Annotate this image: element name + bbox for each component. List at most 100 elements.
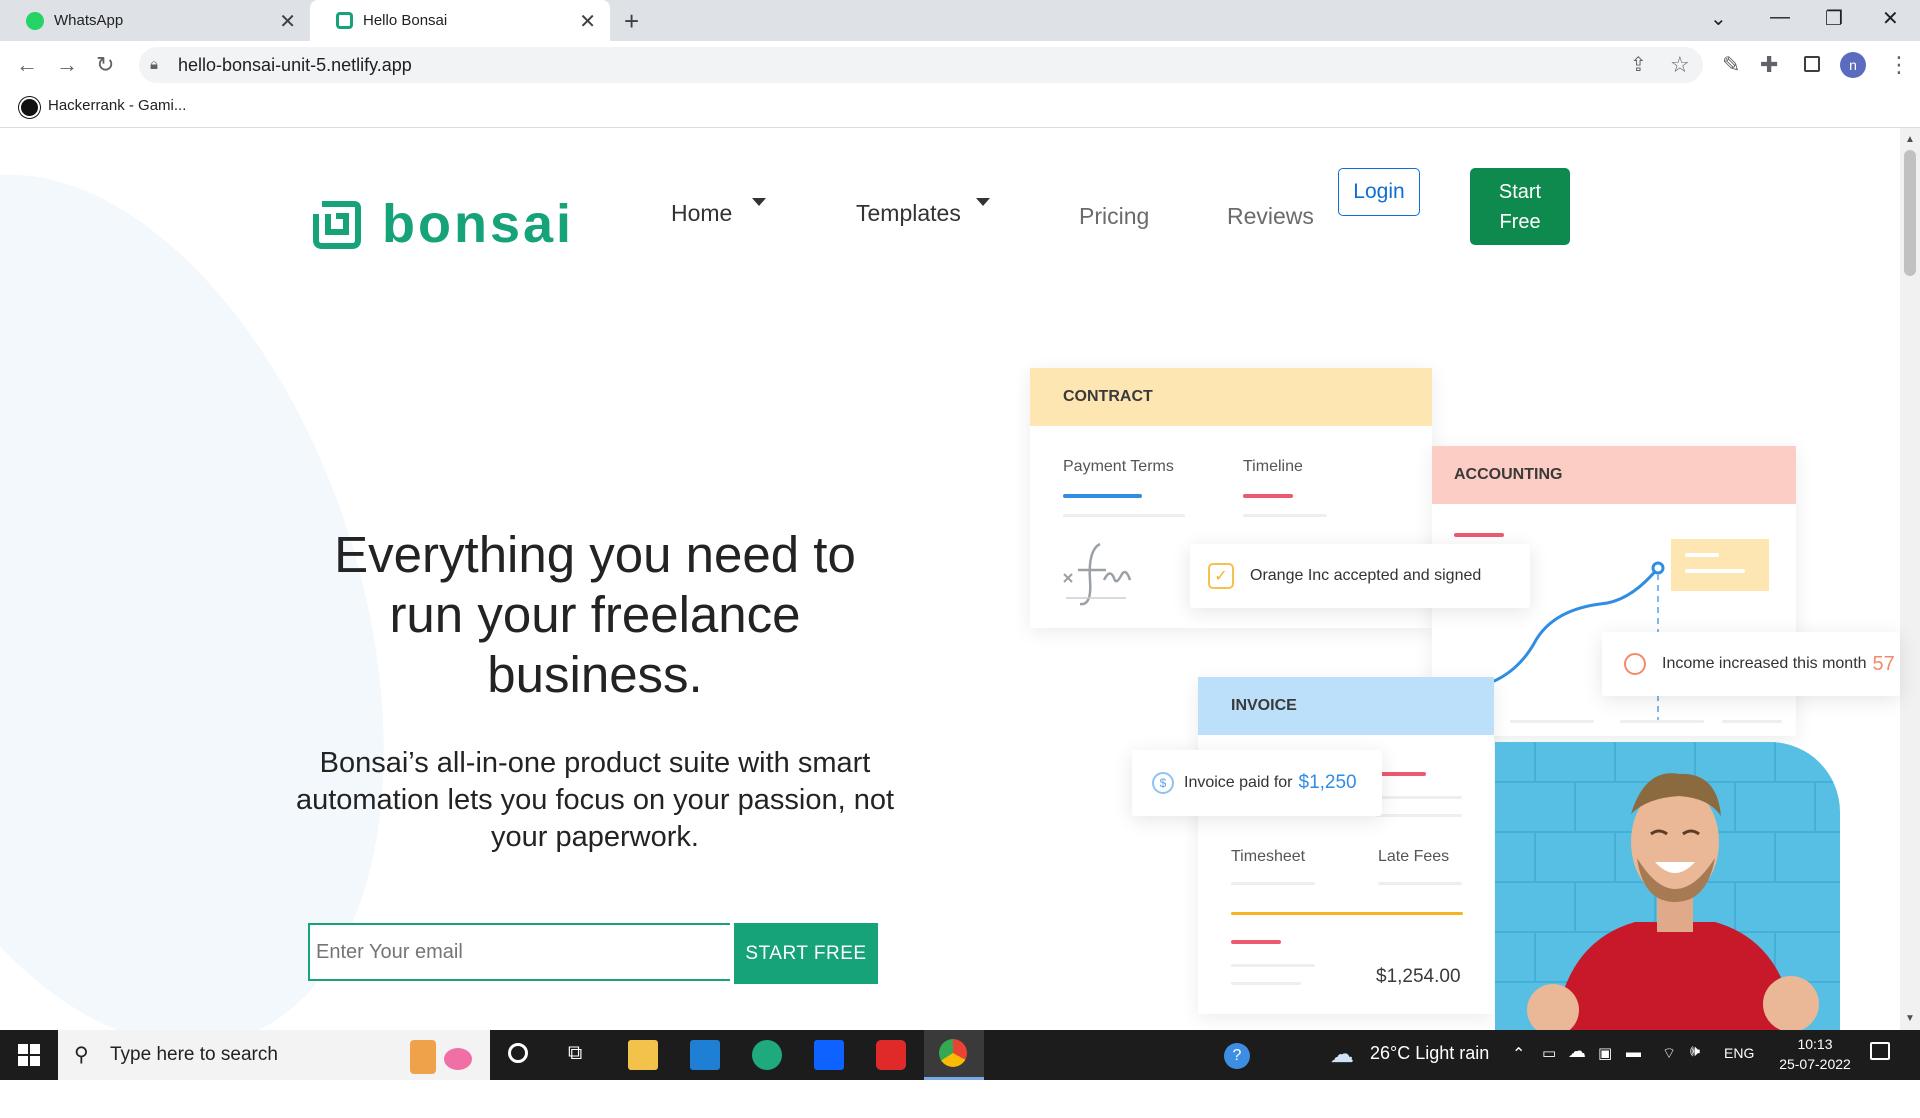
scrollbar-thumb[interactable] — [1904, 150, 1916, 276]
note-line — [1685, 569, 1745, 573]
payment-terms-underline — [1063, 494, 1142, 498]
contract-header: CONTRACT — [1030, 368, 1432, 426]
new-tab-button[interactable]: + — [624, 6, 639, 37]
accounting-note — [1671, 539, 1769, 591]
start-free-nav-button[interactable]: Start Free — [1470, 168, 1570, 245]
hero-title-line: run your freelance — [389, 586, 801, 643]
windows-start-icon[interactable] — [18, 1044, 40, 1066]
hero-subtitle: Bonsai’s all-in-one product suite with s… — [260, 745, 930, 856]
scroll-down-icon[interactable]: ▼ — [1905, 1013, 1915, 1024]
hero-photo — [1495, 742, 1840, 1030]
close-tab-icon[interactable]: ✕ — [579, 9, 596, 34]
wps-office-icon[interactable] — [876, 1040, 906, 1070]
back-icon[interactable]: ← — [16, 52, 38, 78]
close-tab-icon[interactable]: ✕ — [279, 9, 296, 34]
tab-whatsapp[interactable]: WhatsApp ✕ — [0, 0, 310, 41]
extension-icon[interactable]: ✎ — [1722, 52, 1740, 78]
signed-text: Orange Inc accepted and signed — [1250, 567, 1482, 584]
late-fees-label: Late Fees — [1378, 848, 1450, 865]
display-icon[interactable]: ▣ — [1598, 1044, 1612, 1062]
onedrive-icon[interactable]: ☁ — [1568, 1041, 1586, 1062]
placeholder-line — [1378, 882, 1462, 885]
nav-home[interactable]: Home — [671, 200, 732, 227]
side-panel-icon[interactable] — [1804, 56, 1820, 72]
income-notification: Income increased this month 57 — [1602, 632, 1900, 696]
forward-icon[interactable]: → — [56, 52, 78, 78]
hackerrank-icon — [19, 97, 40, 118]
home-caret-icon[interactable] — [752, 198, 766, 206]
tab-title: Hello Bonsai — [363, 12, 448, 29]
invoice-paid-value: $1,250 — [1298, 772, 1357, 793]
share-icon[interactable]: ⇪ — [1630, 52, 1647, 77]
bonsai-favicon-icon — [336, 12, 353, 29]
meet-now-icon[interactable]: ▭ — [1542, 1044, 1556, 1062]
cortana-icon[interactable] — [508, 1043, 528, 1063]
bookmark-hackerrank[interactable]: Hackerrank - Gami... — [48, 97, 186, 114]
hero-subtitle-line: your paperwork. — [491, 821, 699, 853]
edge-icon[interactable] — [752, 1040, 782, 1070]
clock[interactable]: 10:13 25-07-2022 — [1772, 1034, 1858, 1074]
minimize-button[interactable]: — — [1770, 6, 1790, 29]
mail-icon[interactable] — [690, 1040, 720, 1070]
free-label: Free — [1499, 210, 1541, 233]
templates-caret-icon[interactable] — [976, 198, 990, 206]
scroll-up-icon[interactable]: ▲ — [1905, 134, 1915, 145]
nav-pricing[interactable]: Pricing — [1079, 203, 1149, 230]
start-free-button[interactable]: START FREE — [734, 923, 878, 984]
logo-text[interactable]: bonsai — [382, 193, 574, 255]
invoice-progress-line — [1231, 912, 1463, 915]
placeholder-line — [1231, 982, 1301, 985]
task-view-icon[interactable]: ⧉ — [568, 1042, 582, 1065]
file-explorer-icon[interactable] — [628, 1040, 658, 1070]
bookmark-star-icon[interactable]: ☆ — [1670, 52, 1690, 78]
profile-avatar[interactable]: n — [1840, 52, 1866, 78]
hero-subtitle-line: Bonsai’s all-in-one product suite with s… — [319, 747, 871, 779]
placeholder-line — [1231, 964, 1315, 967]
hero-title: Everything you need to run your freelanc… — [280, 525, 910, 705]
search-highlight-image — [400, 1032, 482, 1078]
tab-search-chevron-icon[interactable]: ⌄ — [1710, 6, 1727, 31]
battery-icon[interactable]: ▬ — [1626, 1044, 1641, 1061]
placeholder-line — [1243, 514, 1327, 517]
menu-icon[interactable]: ⋮ — [1888, 52, 1910, 78]
reload-icon[interactable]: ↻ — [96, 52, 114, 78]
chevron-up-icon[interactable]: ⌃ — [1512, 1044, 1525, 1064]
taskbar-search-placeholder[interactable]: Type here to search — [110, 1044, 278, 1066]
income-value: 57 — [1872, 652, 1895, 675]
invoice-accent-line — [1231, 940, 1281, 944]
language-indicator[interactable]: ENG — [1724, 1045, 1754, 1061]
bonsai-logo-icon[interactable] — [312, 200, 362, 250]
start-label: Start — [1498, 180, 1542, 203]
placeholder-line — [1376, 796, 1462, 799]
wifi-icon[interactable]: ⌔ — [1662, 1044, 1676, 1063]
tab-hello-bonsai[interactable]: Hello Bonsai ✕ — [310, 0, 610, 41]
login-button[interactable]: Login — [1338, 168, 1420, 216]
lock-icon[interactable]: 🔒︎ — [150, 56, 158, 73]
email-input[interactable] — [308, 923, 730, 981]
clock-time: 10:13 — [1797, 1036, 1833, 1052]
close-window-button[interactable]: ✕ — [1882, 6, 1899, 31]
restore-button[interactable]: ❐ — [1825, 6, 1843, 31]
checkbox-icon: ✓ — [1208, 563, 1234, 589]
accounting-accent-line — [1454, 533, 1504, 537]
volume-icon[interactable]: 🕪︎ — [1690, 1043, 1700, 1061]
nav-templates[interactable]: Templates — [856, 200, 961, 227]
dropbox-icon[interactable] — [814, 1040, 844, 1070]
placeholder-line — [1231, 882, 1315, 885]
weather-text[interactable]: 26°C Light rain — [1370, 1043, 1489, 1064]
dollar-icon: $ — [1152, 772, 1174, 794]
url-text[interactable]: hello-bonsai-unit-5.netlify.app — [178, 55, 412, 76]
timeline-underline — [1243, 494, 1293, 498]
placeholder-line — [1376, 814, 1462, 817]
chrome-taskbar-button[interactable] — [924, 1030, 984, 1080]
extensions-puzzle-icon[interactable]: ✚ — [1760, 52, 1778, 78]
notifications-icon[interactable] — [1870, 1042, 1890, 1060]
note-line — [1685, 553, 1719, 557]
pie-chart-icon — [1624, 653, 1646, 675]
accounting-header: ACCOUNTING — [1432, 446, 1796, 504]
weather-cloud-icon: ☁ — [1330, 1041, 1354, 1068]
help-icon[interactable]: ? — [1224, 1043, 1250, 1069]
timesheet-label: Timesheet — [1231, 848, 1306, 865]
nav-reviews[interactable]: Reviews — [1227, 203, 1314, 230]
signed-notification: ✓ Orange Inc accepted and signed — [1190, 544, 1530, 608]
